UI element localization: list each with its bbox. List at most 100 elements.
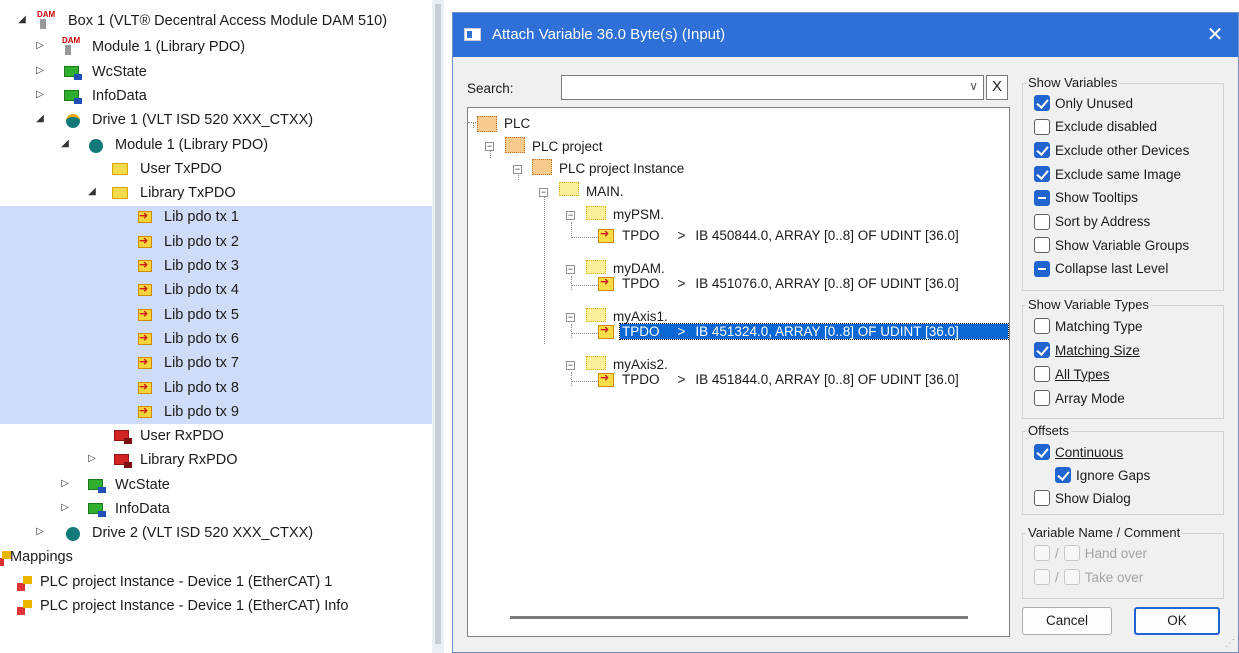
tpdo-variable-row[interactable]: TPDO > IB 451076.0, ARRAY [0..8] OF UDINT … [620, 276, 959, 291]
tree-item-label: WcState [92, 64, 147, 80]
collapse-box-icon[interactable]: − [539, 188, 548, 197]
tree-item[interactable]: Lib pdo tx 8 [0, 377, 432, 401]
tree-item[interactable]: ◢ Module 1 (Library PDO) [0, 134, 432, 158]
show-dialog-checkbox[interactable]: Show Dialog [1034, 490, 1131, 506]
collapse-box-icon[interactable]: − [566, 265, 575, 274]
collapse-box-icon[interactable]: − [566, 313, 575, 322]
tree-item[interactable]: ▷ WcState [0, 474, 432, 498]
exclude-same-image-checkbox[interactable]: Exclude same Image [1034, 166, 1181, 183]
only-unused-checkbox[interactable]: Only Unused [1034, 95, 1133, 111]
hand-over-name-checkbox[interactable] [1034, 545, 1050, 561]
tpdo-variable-row[interactable]: TPDO > IB 451324.0, ARRAY [0..8] OF UDINT … [619, 323, 1009, 340]
tree-item-label: User RxPDO [140, 428, 224, 444]
close-button[interactable]: ✕ [1202, 22, 1228, 48]
ignore-gaps-checkbox[interactable]: Ignore Gaps [1055, 467, 1150, 483]
tree-item[interactable]: ▷ InfoData [0, 85, 432, 109]
struct-node[interactable]: myAxis1. [613, 309, 668, 324]
cancel-button[interactable]: Cancel [1022, 607, 1112, 635]
horizontal-scrollbar[interactable] [510, 616, 968, 619]
tree-item[interactable]: Lib pdo tx 9 [0, 401, 432, 425]
tree-item[interactable]: ▷ Library RxPDO [0, 449, 432, 473]
scrollbar-thumb[interactable] [435, 4, 441, 644]
dam-box-icon: DAM [37, 11, 55, 29]
tree-item[interactable]: Lib pdo tx 1 [0, 206, 432, 230]
collapse-box-icon[interactable]: − [566, 361, 575, 370]
hand-over-slash: / [1055, 545, 1059, 561]
take-over-name-checkbox[interactable] [1034, 569, 1050, 585]
tree-item-label: Library TxPDO [140, 185, 236, 201]
expand-arrow-icon[interactable]: ▷ [34, 65, 46, 76]
resize-grip-icon[interactable]: ⋰ [1225, 638, 1235, 649]
array-mode-checkbox[interactable]: Array Mode [1034, 390, 1125, 406]
tree-item[interactable]: ▷ Drive 2 (VLT ISD 520 XXX_CTXX) [0, 522, 432, 546]
plc-project-icon [505, 137, 525, 153]
matching-size-check-icon [1034, 342, 1050, 358]
tpdo-variable-row[interactable]: TPDO > IB 450844.0, ARRAY [0..8] OF UDINT … [620, 228, 959, 243]
plc-node[interactable]: PLC [504, 116, 530, 131]
sort-by-address-checkbox[interactable]: Sort by Address [1034, 213, 1150, 230]
pdo-variable-icon [598, 227, 614, 243]
tree-item[interactable]: Lib pdo tx 7 [0, 352, 432, 376]
tree-item-label: Box 1 (VLT® Decentral Access Module DAM … [68, 13, 388, 29]
pane-scrollbar[interactable] [432, 0, 444, 653]
tree-guide-line [571, 333, 597, 334]
struct-node[interactable]: myAxis2. [613, 357, 668, 372]
collapse-arrow-icon[interactable]: ◢ [59, 138, 71, 149]
exclude-disabled-checkbox[interactable]: Exclude disabled [1034, 118, 1157, 135]
continuous-checkbox[interactable]: Continuous [1034, 444, 1123, 460]
tree-item[interactable]: User TxPDO [0, 158, 432, 182]
collapse-box-icon[interactable]: − [513, 165, 522, 174]
plc-instance-node[interactable]: PLC project Instance [559, 161, 684, 176]
tree-guide-line [571, 237, 597, 238]
search-input[interactable]: ∨ [561, 75, 984, 100]
show-variable-groups-checkbox[interactable]: Show Variable Groups [1034, 237, 1189, 254]
matching-size-checkbox[interactable]: Matching Size [1034, 342, 1140, 358]
variable-name: TPDO [622, 324, 660, 339]
collapse-arrow-icon[interactable]: ◢ [34, 113, 46, 124]
expand-arrow-icon[interactable]: ▷ [86, 453, 98, 464]
tree-item[interactable]: ◢ Library TxPDO [0, 182, 432, 206]
expand-arrow-icon[interactable]: ▷ [34, 40, 46, 51]
tpdo-variable-row[interactable]: TPDO > IB 451844.0, ARRAY [0..8] OF UDINT … [620, 372, 959, 387]
show-tooltips-checkbox[interactable]: Show Tooltips [1034, 189, 1138, 206]
dam-module-icon: DAM [62, 37, 80, 55]
tree-item[interactable]: Lib pdo tx 6 [0, 328, 432, 352]
tree-item[interactable]: ▷ WcState [0, 61, 432, 85]
tree-item[interactable]: Lib pdo tx 4 [0, 279, 432, 303]
all-types-checkbox[interactable]: All Types [1034, 366, 1110, 382]
tree-item[interactable]: Lib pdo tx 3 [0, 255, 432, 279]
expand-arrow-icon[interactable]: ▷ [34, 89, 46, 100]
expand-arrow-icon[interactable]: ▷ [59, 478, 71, 489]
tree-item[interactable]: ▷ DAM Module 1 (Library PDO) [0, 36, 432, 60]
tree-item[interactable]: Lib pdo tx 2 [0, 231, 432, 255]
tree-item[interactable]: PLC project Instance - Device 1 (EtherCA… [0, 595, 432, 619]
collapse-box-icon[interactable]: − [485, 142, 494, 151]
expand-arrow-icon[interactable]: ▷ [59, 502, 71, 513]
search-clear-button[interactable]: X [986, 75, 1008, 100]
expand-arrow-icon[interactable]: ▷ [34, 526, 46, 537]
struct-node[interactable]: myDAM. [613, 261, 665, 276]
tree-item[interactable]: Mappings [0, 546, 432, 570]
main-node[interactable]: MAIN. [586, 184, 624, 199]
tree-item[interactable]: ◢ DAM Box 1 (VLT® Decentral Access Module … [0, 10, 432, 34]
tree-item[interactable]: ▷ InfoData [0, 498, 432, 522]
variable-address-type: IB 451324.0, ARRAY [0..8] OF UDINT [36.0… [695, 324, 959, 339]
hand-over-comment-checkbox[interactable] [1063, 545, 1080, 561]
tree-item[interactable]: ◢ Drive 1 (VLT ISD 520 XXX_CTXX) [0, 109, 432, 133]
collapse-last-level-checkbox[interactable]: Collapse last Level [1034, 260, 1168, 277]
pdo-icon [138, 282, 152, 296]
variable-name-group [1022, 533, 1224, 599]
plc-project-node[interactable]: PLC project [532, 139, 603, 154]
struct-node[interactable]: myPSM. [613, 207, 664, 222]
chevron-down-icon[interactable]: ∨ [969, 79, 978, 93]
matching-type-checkbox[interactable]: Matching Type [1034, 318, 1143, 334]
take-over-comment-checkbox[interactable] [1063, 569, 1080, 585]
tree-item[interactable]: PLC project Instance - Device 1 (EtherCA… [0, 571, 432, 595]
collapse-arrow-icon[interactable]: ◢ [86, 186, 98, 197]
collapse-box-icon[interactable]: − [566, 211, 575, 220]
tree-item[interactable]: User RxPDO [0, 425, 432, 449]
collapse-arrow-icon[interactable]: ◢ [16, 14, 28, 25]
tree-item[interactable]: Lib pdo tx 5 [0, 304, 432, 328]
ok-button[interactable]: OK [1134, 607, 1220, 635]
exclude-other-devices-checkbox[interactable]: Exclude other Devices [1034, 142, 1189, 159]
